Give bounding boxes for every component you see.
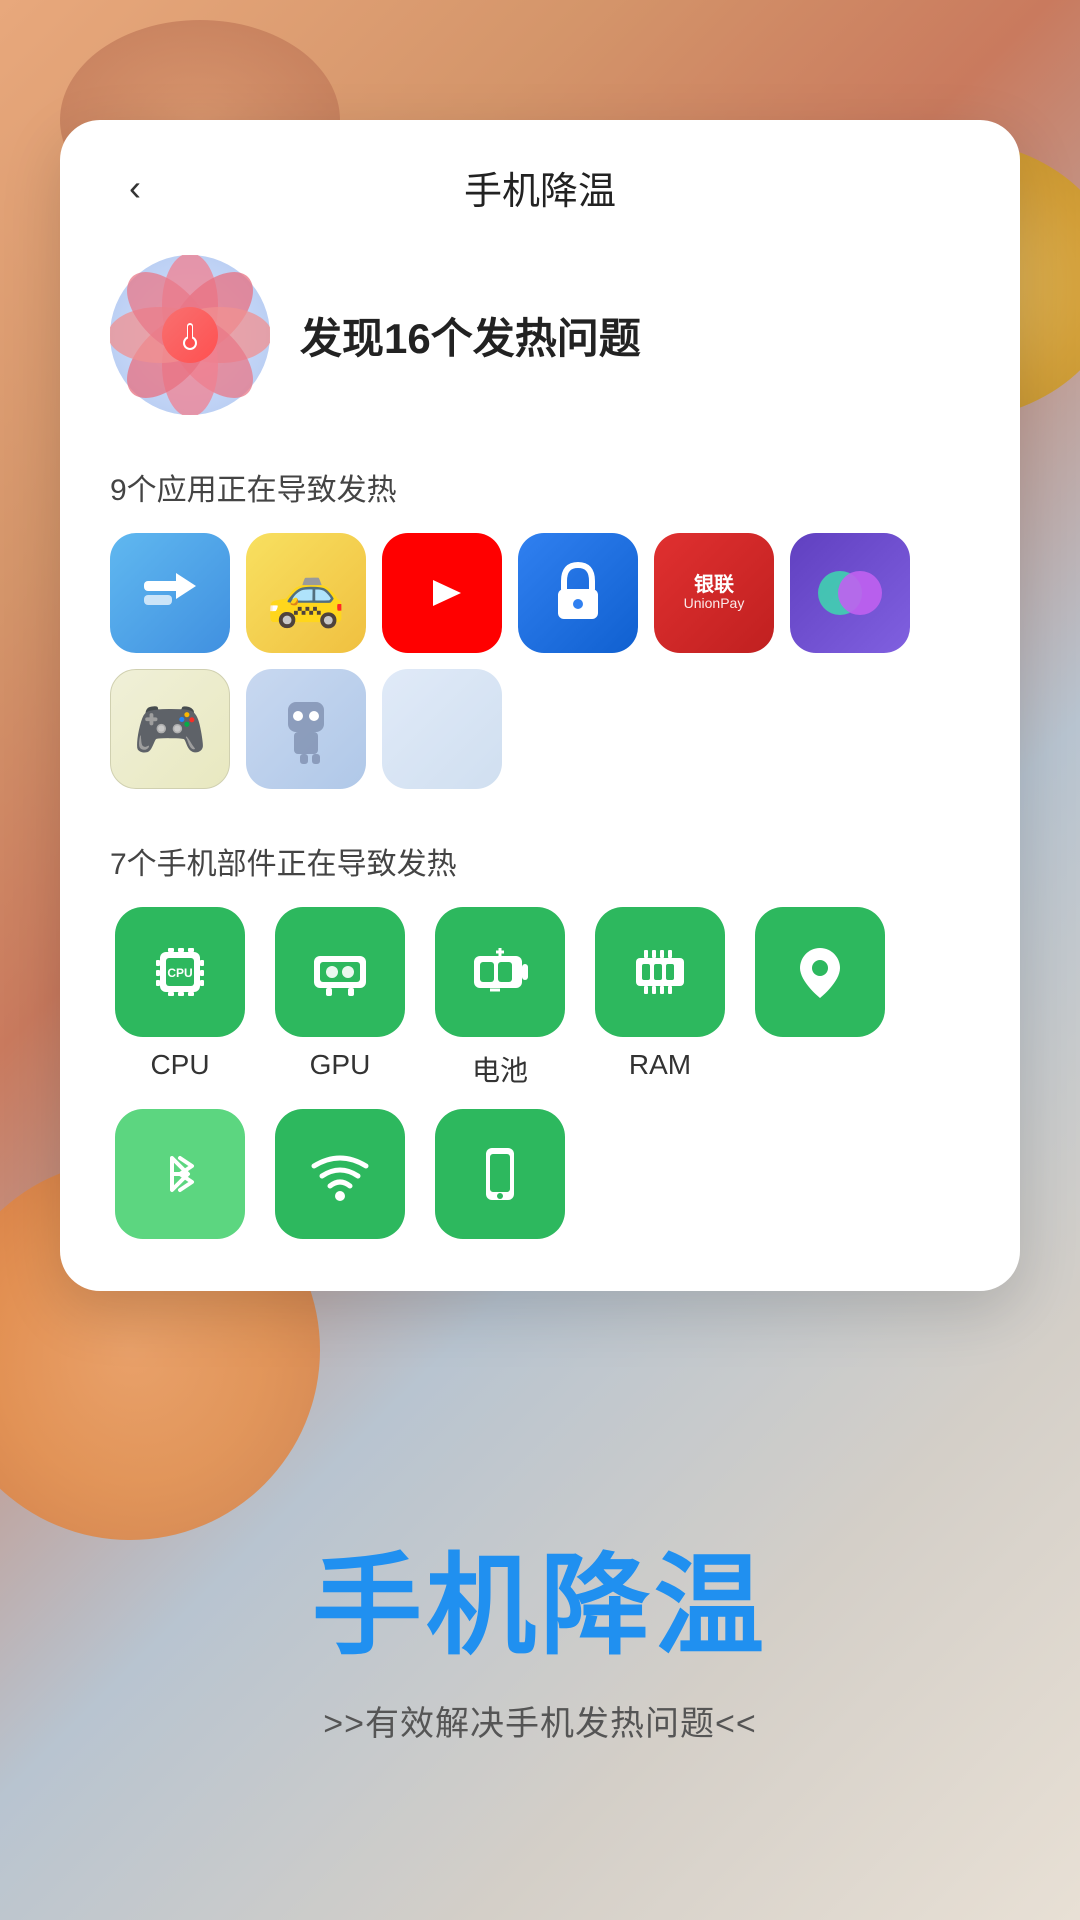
cpu-icon: CPU xyxy=(144,936,216,1008)
gpu-icon-wrap xyxy=(275,907,405,1037)
thermometer-icon xyxy=(162,307,218,363)
back-button[interactable]: ‹ xyxy=(110,163,160,213)
location-icon-wrap xyxy=(755,907,885,1037)
lock-app[interactable] xyxy=(518,533,638,653)
ram-label: RAM xyxy=(629,1049,691,1081)
taxi-app[interactable]: 🚕 xyxy=(246,533,366,653)
robot-app[interactable] xyxy=(246,669,366,789)
battery-icon-wrap xyxy=(435,907,565,1037)
youtube-icon xyxy=(407,568,477,618)
gpu-component[interactable]: GPU xyxy=(270,907,410,1089)
cpu-icon-wrap: CPU xyxy=(115,907,245,1037)
bluetooth-component[interactable] xyxy=(110,1109,250,1251)
ram-component[interactable]: RAM xyxy=(590,907,730,1089)
location-icon xyxy=(784,936,856,1008)
green-arrow-icon xyxy=(140,563,200,623)
lock-icon xyxy=(550,561,606,625)
thermometer-svg xyxy=(174,319,206,351)
main-app-title: 手机降温 xyxy=(312,1516,768,1676)
screen-component[interactable] xyxy=(430,1109,570,1251)
heat-section: 发现16个发热问题 xyxy=(110,255,970,415)
wifi-icon xyxy=(304,1138,376,1210)
component-section-title: 7个手机部件正在导致发热 xyxy=(110,839,970,883)
card-title: 手机降温 xyxy=(464,160,616,215)
gamepad-app[interactable]: 🎮 xyxy=(110,669,230,789)
fan-icon xyxy=(110,255,270,415)
cpu-label: CPU xyxy=(150,1049,209,1081)
fan-background xyxy=(110,255,270,415)
youtube-app[interactable] xyxy=(382,533,502,653)
app-subtitle: >>有效解决手机发热问题<< xyxy=(323,1696,756,1745)
green-arrow-app[interactable] xyxy=(110,533,230,653)
battery-icon xyxy=(464,936,536,1008)
screen-icon-wrap xyxy=(435,1109,565,1239)
toggle-app[interactable] xyxy=(790,533,910,653)
ram-icon-wrap xyxy=(595,907,725,1037)
app-grid: 🚕 银联 UnionPay xyxy=(110,533,970,789)
bluetooth-icon-wrap xyxy=(115,1109,245,1239)
gpu-icon xyxy=(304,936,376,1008)
robot-icon xyxy=(276,694,336,764)
wifi-component[interactable] xyxy=(270,1109,410,1251)
wifi-icon-wrap xyxy=(275,1109,405,1239)
bottom-section: 手机降温 >>有效解决手机发热问题<< xyxy=(0,1340,1080,1920)
bluetooth-icon xyxy=(144,1138,216,1210)
unionpay-app[interactable]: 银联 UnionPay xyxy=(654,533,774,653)
battery-label: 电池 xyxy=(472,1049,528,1089)
battery-component[interactable]: 电池 xyxy=(430,907,570,1089)
ram-icon xyxy=(624,936,696,1008)
location-component[interactable] xyxy=(750,907,890,1089)
component-grid: CPU CPU GPU xyxy=(110,907,970,1251)
heat-title: 发现16个发热问题 xyxy=(300,305,641,366)
gpu-label: GPU xyxy=(310,1049,371,1081)
main-card: ‹ 手机降温 xyxy=(60,120,1020,1291)
screen-icon xyxy=(464,1138,536,1210)
cpu-component[interactable]: CPU CPU xyxy=(110,907,250,1089)
svg-text:CPU: CPU xyxy=(167,966,192,980)
app-section-title: 9个应用正在导致发热 xyxy=(110,465,970,509)
card-header: ‹ 手机降温 xyxy=(110,160,970,215)
placeholder-app xyxy=(382,669,502,789)
toggle-icon xyxy=(815,558,885,628)
